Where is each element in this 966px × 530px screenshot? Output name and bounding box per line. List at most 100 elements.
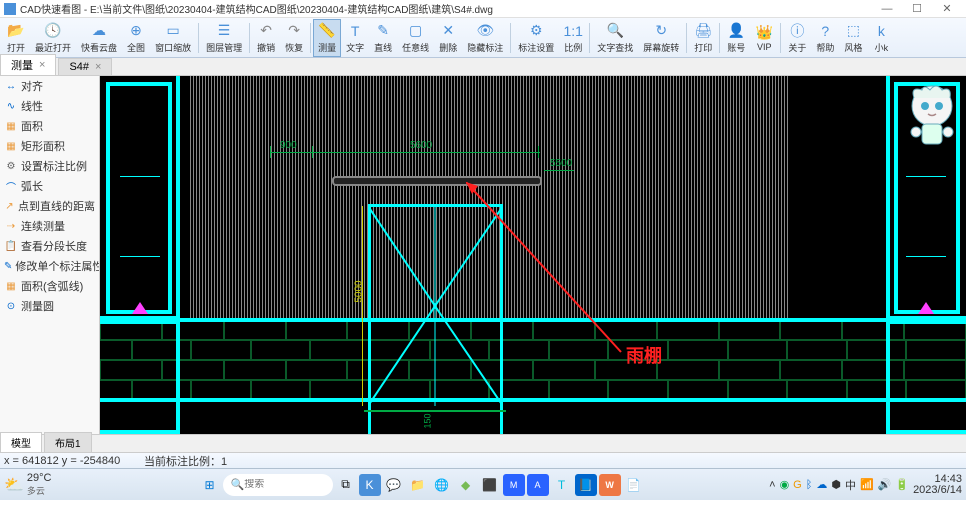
- sidebar-label: 连续测量: [21, 218, 65, 234]
- clock-date: 2023/6/14: [913, 485, 962, 496]
- ribbon-小k[interactable]: k小k: [867, 19, 895, 57]
- tray-icon[interactable]: ◉: [780, 478, 790, 491]
- sidebar-item-矩形面积[interactable]: ▦矩形面积: [0, 136, 99, 156]
- taskbar-app[interactable]: 📘: [575, 474, 597, 496]
- ribbon-撤销[interactable]: ↶撤销: [252, 19, 280, 57]
- ribbon-删除[interactable]: ✕删除: [434, 19, 462, 57]
- mascot-avatar[interactable]: [902, 80, 962, 150]
- sidebar-item-面积(含弧线)[interactable]: ▦面积(含弧线): [0, 276, 99, 296]
- ribbon-恢复[interactable]: ↷恢复: [280, 19, 308, 57]
- ribbon-快看云盘[interactable]: ☁快看云盘: [76, 19, 122, 57]
- tray-volume-icon[interactable]: 🔊: [878, 478, 892, 491]
- taskbar-weather[interactable]: ⛅ 29°C 多云: [4, 472, 74, 497]
- taskbar-app[interactable]: ◆: [455, 474, 477, 496]
- sidebar-item-线性[interactable]: ∿线性: [0, 96, 99, 116]
- ribbon-最近打开[interactable]: 🕓最近打开: [30, 19, 76, 57]
- ribbon-全图[interactable]: ⊕全图: [122, 19, 150, 57]
- marker-left: [132, 302, 148, 314]
- ribbon-风格[interactable]: ⬚风格: [839, 19, 867, 57]
- tray-chevron-icon[interactable]: ˄: [769, 479, 775, 491]
- ribbon-直线[interactable]: ✎直线: [369, 19, 397, 57]
- taskbar-explorer[interactable]: 📁: [407, 474, 429, 496]
- ribbon-测量[interactable]: 📏测量: [313, 19, 341, 57]
- ribbon-打印[interactable]: 🖨打印: [689, 19, 717, 57]
- ribbon-屏幕旋转[interactable]: ↻屏幕旋转: [638, 19, 684, 57]
- floor-line: [364, 410, 506, 412]
- ribbon-label: 小k: [875, 41, 889, 54]
- search-input[interactable]: [244, 479, 324, 490]
- taskbar-app[interactable]: 💬: [383, 474, 405, 496]
- ribbon-label: 快看云盘: [81, 41, 117, 54]
- sidebar-label: 面积(含弧线): [21, 278, 83, 294]
- ribbon-icon: 🔍: [606, 22, 624, 40]
- tray-icon[interactable]: G: [793, 479, 802, 491]
- tray-bluetooth-icon[interactable]: ᛒ: [806, 479, 813, 491]
- sidebar-item-面积[interactable]: ▦面积: [0, 116, 99, 136]
- ribbon-关于[interactable]: ⓘ关于: [783, 19, 811, 57]
- annotation-arrow: [466, 182, 646, 362]
- maximize-button[interactable]: ☐: [902, 1, 932, 17]
- ribbon-标注设置[interactable]: ⚙标注设置: [513, 19, 559, 57]
- taskbar-app[interactable]: A: [527, 474, 549, 496]
- ribbon-label: 屏幕旋转: [643, 41, 679, 54]
- system-tray[interactable]: ˄ ◉ G ᛒ ☁ ⬢ 中 📶 🔊 🔋 14:43 2023/6/14: [769, 474, 962, 496]
- minimize-button[interactable]: —: [872, 1, 902, 17]
- ribbon-账号[interactable]: 👤账号: [722, 19, 750, 57]
- ribbon-icon: T: [346, 22, 364, 40]
- layout-tab-模型[interactable]: 模型: [0, 432, 42, 452]
- sidebar-item-对齐[interactable]: ↔对齐: [0, 76, 99, 96]
- taskbar-app[interactable]: 📄: [623, 474, 645, 496]
- ribbon-比例[interactable]: 1:1比例: [559, 19, 587, 57]
- layout-tab-布局1[interactable]: 布局1: [44, 432, 92, 452]
- tab-close-icon[interactable]: ×: [39, 59, 45, 71]
- ribbon-图层管理[interactable]: ☰图层管理: [201, 19, 247, 57]
- sidebar-icon: ↗: [4, 199, 15, 213]
- ribbon-VIP[interactable]: 👑VIP: [750, 19, 778, 57]
- tray-ime-icon[interactable]: 中: [845, 477, 856, 493]
- task-view-icon[interactable]: ⧉: [335, 474, 357, 496]
- taskbar-wps[interactable]: W: [599, 474, 621, 496]
- weather-temp: 29°C: [27, 472, 52, 484]
- sidebar-item-弧长[interactable]: ⌒弧长: [0, 176, 99, 196]
- work-area: ↔对齐∿线性▦面积▦矩形面积⚙设置标注比例⌒弧长↗点到直线的距离⇢连续测量📋查看…: [0, 76, 966, 434]
- sidebar-item-测量圆[interactable]: ⊙测量圆: [0, 296, 99, 316]
- ribbon-任意线[interactable]: ▢任意线: [397, 19, 434, 57]
- ribbon-打开[interactable]: 📂打开: [2, 19, 30, 57]
- ribbon-窗口缩放[interactable]: ▭窗口缩放: [150, 19, 196, 57]
- dim-line-1: [270, 152, 540, 153]
- sidebar-item-点到直线的距离[interactable]: ↗点到直线的距离: [0, 196, 99, 216]
- tab-close-icon[interactable]: ×: [95, 61, 101, 73]
- taskbar-clock[interactable]: 14:43 2023/6/14: [913, 474, 962, 496]
- tray-wifi-icon[interactable]: 📶: [860, 478, 874, 491]
- sidebar-item-设置标注比例[interactable]: ⚙设置标注比例: [0, 156, 99, 176]
- sidebar-item-连续测量[interactable]: ⇢连续测量: [0, 216, 99, 236]
- ribbon-separator: [198, 23, 199, 53]
- taskbar-app[interactable]: K: [359, 474, 381, 496]
- ribbon-文字查找[interactable]: 🔍文字查找: [592, 19, 638, 57]
- drawing-canvas[interactable]: 900 5600 5500 5000 150 雨棚: [100, 76, 966, 434]
- taskbar-app[interactable]: T: [551, 474, 573, 496]
- ribbon-隐藏标注[interactable]: 👁隐藏标注: [462, 19, 508, 57]
- tray-onedrive-icon[interactable]: ☁: [816, 478, 827, 491]
- ribbon-帮助[interactable]: ?帮助: [811, 19, 839, 57]
- ribbon-icon: 👤: [727, 22, 745, 40]
- tab-label: S4#: [69, 61, 89, 73]
- taskbar-app[interactable]: M: [503, 474, 525, 496]
- tray-battery-icon[interactable]: 🔋: [895, 478, 909, 491]
- ribbon-label: 风格: [844, 41, 862, 54]
- tab-测量[interactable]: 测量×: [0, 54, 56, 75]
- sidebar-item-修改单个标注属性[interactable]: ✎修改单个标注属性: [0, 256, 99, 276]
- tray-icon[interactable]: ⬢: [831, 478, 841, 491]
- taskbar-edge[interactable]: 🌐: [431, 474, 453, 496]
- close-button[interactable]: ✕: [932, 1, 962, 17]
- ribbon-icon: ☁: [90, 22, 108, 40]
- ribbon-separator: [510, 23, 511, 53]
- taskbar-app[interactable]: ⬛: [479, 474, 501, 496]
- ribbon-label: 全图: [127, 41, 145, 54]
- sidebar-item-查看分段长度[interactable]: 📋查看分段长度: [0, 236, 99, 256]
- start-button[interactable]: ⊞: [199, 474, 221, 496]
- tab-S4#[interactable]: S4# ×: [58, 58, 112, 75]
- taskbar-search[interactable]: 🔍: [223, 474, 333, 496]
- ribbon-icon: 👑: [755, 23, 773, 41]
- ribbon-文字[interactable]: T文字: [341, 19, 369, 57]
